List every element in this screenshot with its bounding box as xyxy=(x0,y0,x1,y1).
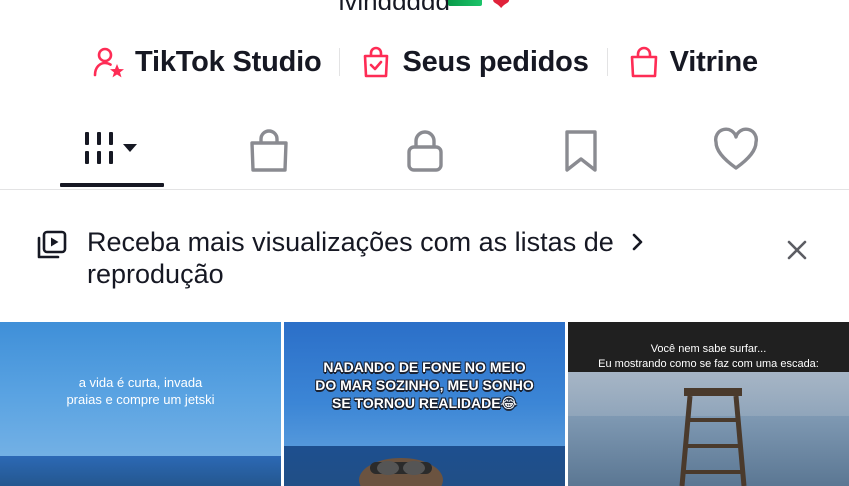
person-star-icon xyxy=(93,47,125,78)
ladder-image xyxy=(679,388,747,486)
dropdown-caret-icon xyxy=(123,144,137,152)
sea-background xyxy=(0,456,281,486)
lock-icon xyxy=(407,130,443,172)
profile-bio: ivinggggg ❤ xyxy=(0,0,849,10)
bio-text: ivinggggg xyxy=(339,0,450,10)
showcase-label: Vitrine xyxy=(669,45,759,78)
playlist-promo-banner[interactable]: Receba mais visualizações com as listas … xyxy=(0,224,849,296)
tiktok-studio-label: TikTok Studio xyxy=(135,45,322,78)
video-thumbnail[interactable]: a vida é curta, invada praias e compre u… xyxy=(0,322,281,486)
showcase-button[interactable]: Vitrine xyxy=(608,40,776,84)
tab-shop[interactable] xyxy=(244,118,294,190)
profile-shortcuts: TikTok Studio Seus pedidos Vitrine xyxy=(0,40,849,84)
order-bag-icon xyxy=(364,46,389,78)
swimmer-goggles xyxy=(359,458,443,486)
chevron-right-icon xyxy=(632,233,643,251)
shopping-bag-icon xyxy=(250,129,288,172)
orders-label: Seus pedidos xyxy=(402,45,589,78)
video-thumbnail[interactable]: NADANDO DE FONE NO MEIO DO MAR SOZINHO, … xyxy=(284,322,565,486)
video-caption: Você nem sabe surfar... Eu mostrando com… xyxy=(598,343,819,370)
video-thumbnail[interactable]: Você nem sabe surfar... Eu mostrando com… xyxy=(568,322,849,486)
video-caption: a vida é curta, invada praias e compre u… xyxy=(66,375,215,407)
tab-favorites[interactable] xyxy=(556,118,606,190)
tabs-divider xyxy=(0,189,849,190)
bookmark-icon xyxy=(565,130,597,172)
heart-emoji: ❤ xyxy=(492,0,510,10)
close-icon[interactable] xyxy=(783,236,811,264)
banner-text: Receba mais visualizações com as listas … xyxy=(87,227,614,289)
flag-emoji xyxy=(447,0,482,6)
tab-videos[interactable] xyxy=(60,118,164,190)
video-caption: NADANDO DE FONE NO MEIO DO MAR SOZINHO, … xyxy=(315,359,534,411)
tiktok-studio-button[interactable]: TikTok Studio xyxy=(73,40,339,84)
video-grid: a vida é curta, invada praias e compre u… xyxy=(0,322,849,486)
tab-private[interactable] xyxy=(400,118,450,190)
tab-liked[interactable] xyxy=(710,118,762,190)
profile-tabs xyxy=(0,118,849,190)
grid-icon xyxy=(85,132,137,164)
shopping-bag-icon xyxy=(630,46,657,78)
active-tab-indicator xyxy=(60,183,164,187)
playlist-icon xyxy=(37,230,67,259)
orders-button[interactable]: Seus pedidos xyxy=(340,40,606,84)
heart-icon xyxy=(714,127,758,170)
